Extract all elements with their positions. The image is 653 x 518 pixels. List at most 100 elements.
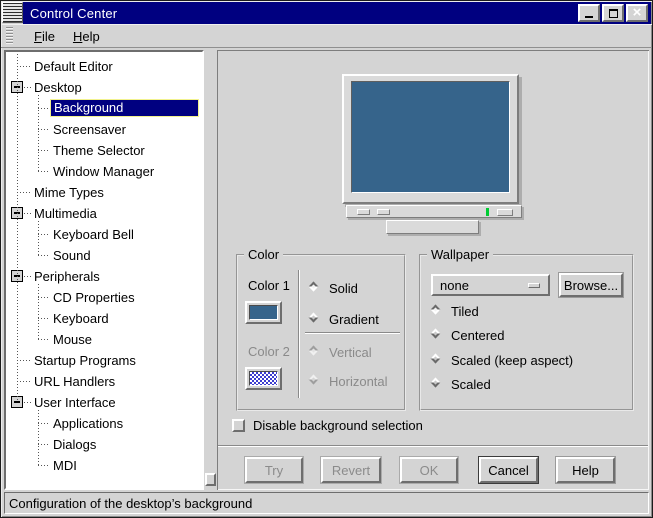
disable-background-label: Disable background selection xyxy=(253,418,423,433)
tree-connector xyxy=(38,297,50,298)
sidebar-item-url-handlers[interactable]: URL Handlers xyxy=(34,374,115,389)
tree-connector xyxy=(24,87,32,88)
radio-vertical[interactable]: Vertical xyxy=(308,344,372,360)
tree-row: Applications xyxy=(6,413,202,434)
sidebar-item-startup-programs[interactable]: Startup Programs xyxy=(34,353,136,368)
color-section-divider xyxy=(298,270,300,398)
radio-scaled-keep-aspect-[interactable]: Scaled (keep aspect) xyxy=(430,352,573,368)
tree-row: URL Handlers xyxy=(6,371,202,392)
radio-label: Scaled (keep aspect) xyxy=(451,353,573,368)
sidebar-item-mdi[interactable]: MDI xyxy=(53,458,77,473)
radio-horizontal[interactable]: Horizontal xyxy=(308,373,388,389)
sidebar-item-mouse[interactable]: Mouse xyxy=(53,332,92,347)
tree-row: Desktop xyxy=(6,77,202,98)
radio-gradient[interactable]: Gradient xyxy=(308,311,379,327)
wallpaper-section: Wallpaper none Browse... TiledCenteredSc… xyxy=(419,254,634,411)
disable-background-row: Disable background selection xyxy=(232,417,423,433)
radio-label: Solid xyxy=(329,281,358,296)
window-controls xyxy=(578,4,648,22)
disable-background-checkbox[interactable] xyxy=(232,419,245,432)
sidebar-item-dialogs[interactable]: Dialogs xyxy=(53,437,96,452)
tree-connector xyxy=(38,129,50,130)
help-button[interactable]: Help xyxy=(556,457,615,483)
tree-connector xyxy=(17,360,30,361)
close-button[interactable] xyxy=(626,4,648,22)
color2-label: Color 2 xyxy=(248,344,290,359)
radio-label: Vertical xyxy=(329,345,372,360)
radio-diamond-icon xyxy=(430,328,444,342)
radio-tiled[interactable]: Tiled xyxy=(430,303,479,319)
radio-scaled[interactable]: Scaled xyxy=(430,376,491,392)
cancel-button[interactable]: Cancel xyxy=(479,457,538,483)
radio-label: Scaled xyxy=(451,377,491,392)
radio-solid[interactable]: Solid xyxy=(308,280,358,296)
settings-tree: Default Editor Desktop Background Screensav… xyxy=(4,50,204,490)
tree-connector xyxy=(24,276,32,277)
tree-row: Theme Selector xyxy=(6,140,202,161)
tree-row: CD Properties xyxy=(6,287,202,308)
tree-row: Peripherals xyxy=(6,266,202,287)
sidebar-item-peripherals[interactable]: Peripherals xyxy=(34,269,100,284)
radio-label: Tiled xyxy=(451,304,479,319)
statusbar: Configuration of the desktop’s backgroun… xyxy=(4,492,649,514)
control-center-window: Control Center FileHelp Default EditorDe… xyxy=(0,0,653,518)
tree-row: MDI xyxy=(6,455,202,476)
sidebar-item-user-interface[interactable]: User Interface xyxy=(34,395,116,410)
radio-diamond-icon xyxy=(430,377,444,391)
sidebar-item-window-manager[interactable]: Window Manager xyxy=(53,164,154,179)
sidebar-item-theme-selector[interactable]: Theme Selector xyxy=(53,143,145,158)
sidebar-item-desktop[interactable]: Desktop xyxy=(34,80,82,95)
tree-guide-line xyxy=(38,284,39,339)
menubar-grip-handle[interactable] xyxy=(6,27,13,45)
sidebar-item-applications[interactable]: Applications xyxy=(53,416,123,431)
wallpaper-file-select[interactable]: none xyxy=(431,274,550,296)
tree-connector xyxy=(38,423,50,424)
color2-swatch-button[interactable] xyxy=(245,367,282,390)
browse-button[interactable]: Browse... xyxy=(559,273,623,297)
sidebar-item-multimedia[interactable]: Multimedia xyxy=(34,206,97,221)
color-section-title: Color xyxy=(244,247,283,262)
monitor-button-icon xyxy=(357,209,370,215)
sidebar-item-sound[interactable]: Sound xyxy=(53,248,91,263)
sidebar-item-background[interactable]: Background xyxy=(50,99,199,117)
wallpaper-section-title: Wallpaper xyxy=(427,247,493,262)
sidebar-item-screensaver[interactable]: Screensaver xyxy=(53,122,126,137)
color-section: Color Color 1 Color 2 SolidGradientVerti… xyxy=(236,254,406,411)
tree-connector xyxy=(24,402,32,403)
radio-diamond-icon xyxy=(430,304,444,318)
radio-centered[interactable]: Centered xyxy=(430,327,504,343)
close-icon xyxy=(633,7,642,19)
revert-button[interactable]: Revert xyxy=(321,457,381,483)
menu-file[interactable]: File xyxy=(25,26,64,47)
titlebar[interactable]: Control Center xyxy=(23,2,651,24)
maximize-button[interactable] xyxy=(602,4,624,22)
pane-drag-handle[interactable] xyxy=(205,473,216,486)
monitor-base xyxy=(346,205,522,218)
tree-connector xyxy=(38,465,50,466)
radio-label: Horizontal xyxy=(329,374,388,389)
tree-row: Mime Types xyxy=(6,182,202,203)
sidebar-item-mime-types[interactable]: Mime Types xyxy=(34,185,104,200)
try-button[interactable]: Try xyxy=(245,457,303,483)
sidebar-item-keyboard-bell[interactable]: Keyboard Bell xyxy=(53,227,134,242)
sidebar-item-default-editor[interactable]: Default Editor xyxy=(34,59,113,74)
color1-label: Color 1 xyxy=(248,278,290,293)
sidebar-item-cd-properties[interactable]: CD Properties xyxy=(53,290,135,305)
tree-row: Screensaver xyxy=(6,119,202,140)
power-led-icon xyxy=(486,208,489,216)
radio-diamond-icon xyxy=(308,281,322,295)
status-text: Configuration of the desktop’s backgroun… xyxy=(9,496,252,511)
ok-button[interactable]: OK xyxy=(400,457,458,483)
tree-row: Startup Programs xyxy=(6,350,202,371)
minimize-button[interactable] xyxy=(578,4,600,22)
tree-connector xyxy=(17,66,30,67)
radio-diamond-icon xyxy=(430,353,444,367)
menu-help[interactable]: Help xyxy=(64,26,109,47)
radio-label: Gradient xyxy=(329,312,379,327)
tree-guide-line xyxy=(38,410,39,465)
sidebar-item-keyboard[interactable]: Keyboard xyxy=(53,311,109,326)
maximize-icon xyxy=(609,9,618,18)
tree-row: Keyboard xyxy=(6,308,202,329)
pane-divider[interactable] xyxy=(204,50,217,490)
color1-swatch-button[interactable] xyxy=(245,301,282,324)
